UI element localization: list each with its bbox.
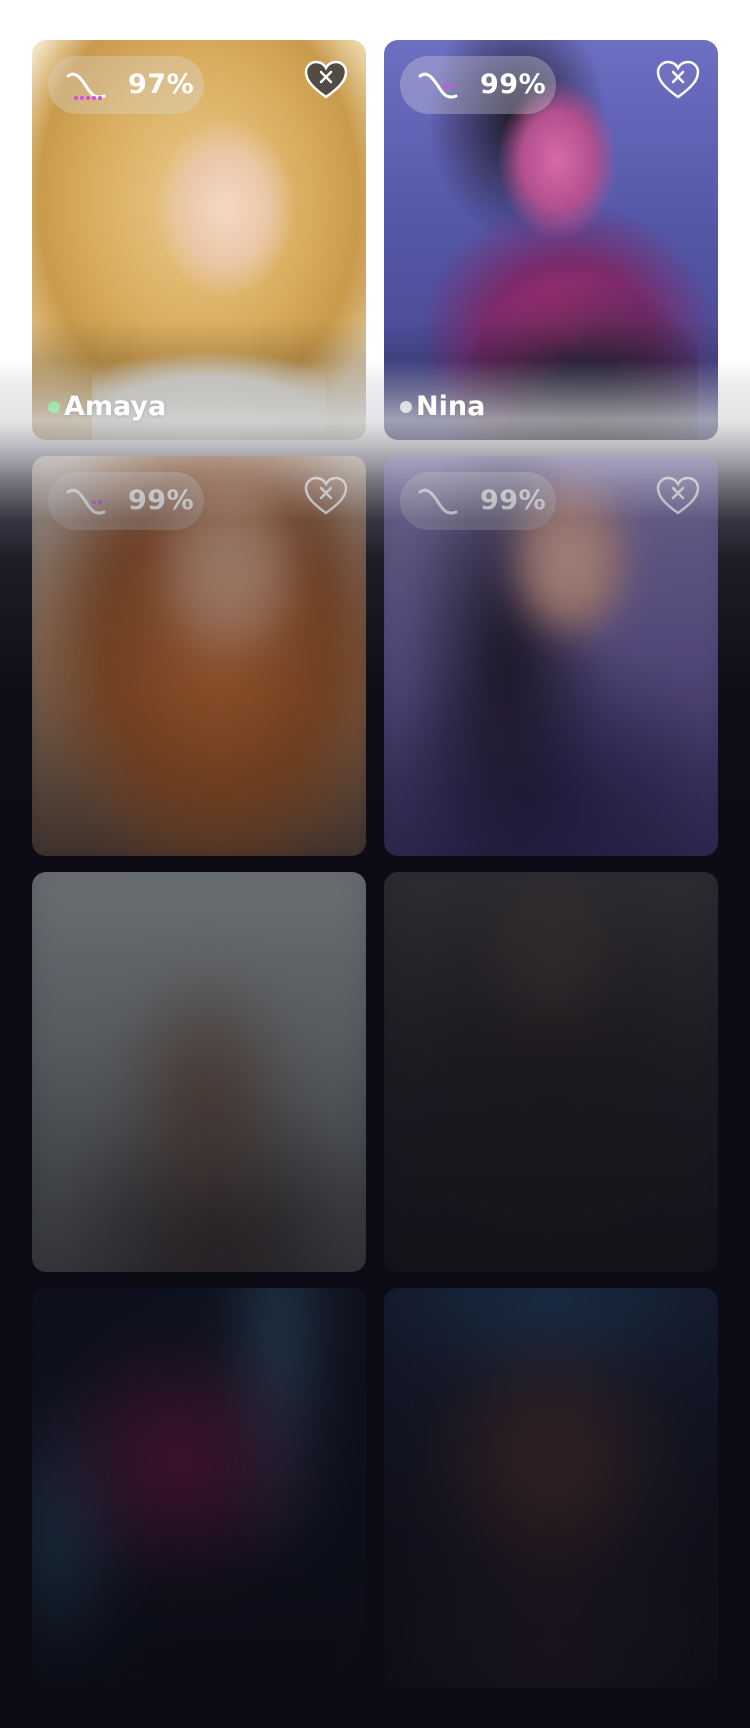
heart-remove-icon[interactable]: [656, 476, 700, 516]
profile-card-locked[interactable]: [32, 872, 366, 1272]
profile-photo: [32, 872, 366, 1272]
match-value: 97%: [128, 69, 195, 100]
matches-grid: 97% Amaya 99% Nina 99% 99%: [0, 0, 750, 1728]
match-percentage-badge: 99%: [400, 56, 556, 114]
wave-icon: [66, 72, 106, 100]
wave-icon: [418, 72, 458, 99]
profile-card-locked[interactable]: [384, 1288, 718, 1688]
online-status-dot: [48, 400, 60, 413]
profile-name: Amaya: [64, 391, 167, 422]
profile-card-locked[interactable]: 99%: [384, 456, 718, 856]
card-shade: [32, 320, 366, 440]
profile-card-locked[interactable]: [384, 872, 718, 1272]
match-percentage-badge: 99%: [48, 472, 204, 530]
profile-name: Nina: [416, 391, 486, 422]
profile-photo: [384, 872, 718, 1272]
profile-card-locked[interactable]: [32, 1288, 366, 1688]
name-row: Amaya: [48, 391, 166, 422]
match-percentage-badge: 99%: [400, 472, 556, 530]
wave-icon: [418, 488, 458, 515]
profile-card-nina[interactable]: 99% Nina: [384, 40, 718, 440]
name-row: Nina: [400, 391, 485, 422]
heart-remove-icon[interactable]: [656, 60, 700, 100]
offline-status-dot: [400, 400, 412, 413]
profile-photo: [32, 1288, 366, 1688]
profile-photo: [384, 1288, 718, 1688]
heart-remove-icon[interactable]: [304, 476, 348, 516]
profile-card-amaya[interactable]: 97% Amaya: [32, 40, 366, 440]
heart-remove-icon[interactable]: [304, 60, 348, 100]
match-value: 99%: [480, 69, 547, 100]
match-value: 99%: [480, 485, 547, 516]
profile-card-locked[interactable]: 99%: [32, 456, 366, 856]
match-value: 99%: [128, 485, 195, 516]
card-shade: [384, 320, 718, 440]
wave-icon: [66, 488, 106, 515]
match-percentage-badge: 97%: [48, 56, 204, 114]
